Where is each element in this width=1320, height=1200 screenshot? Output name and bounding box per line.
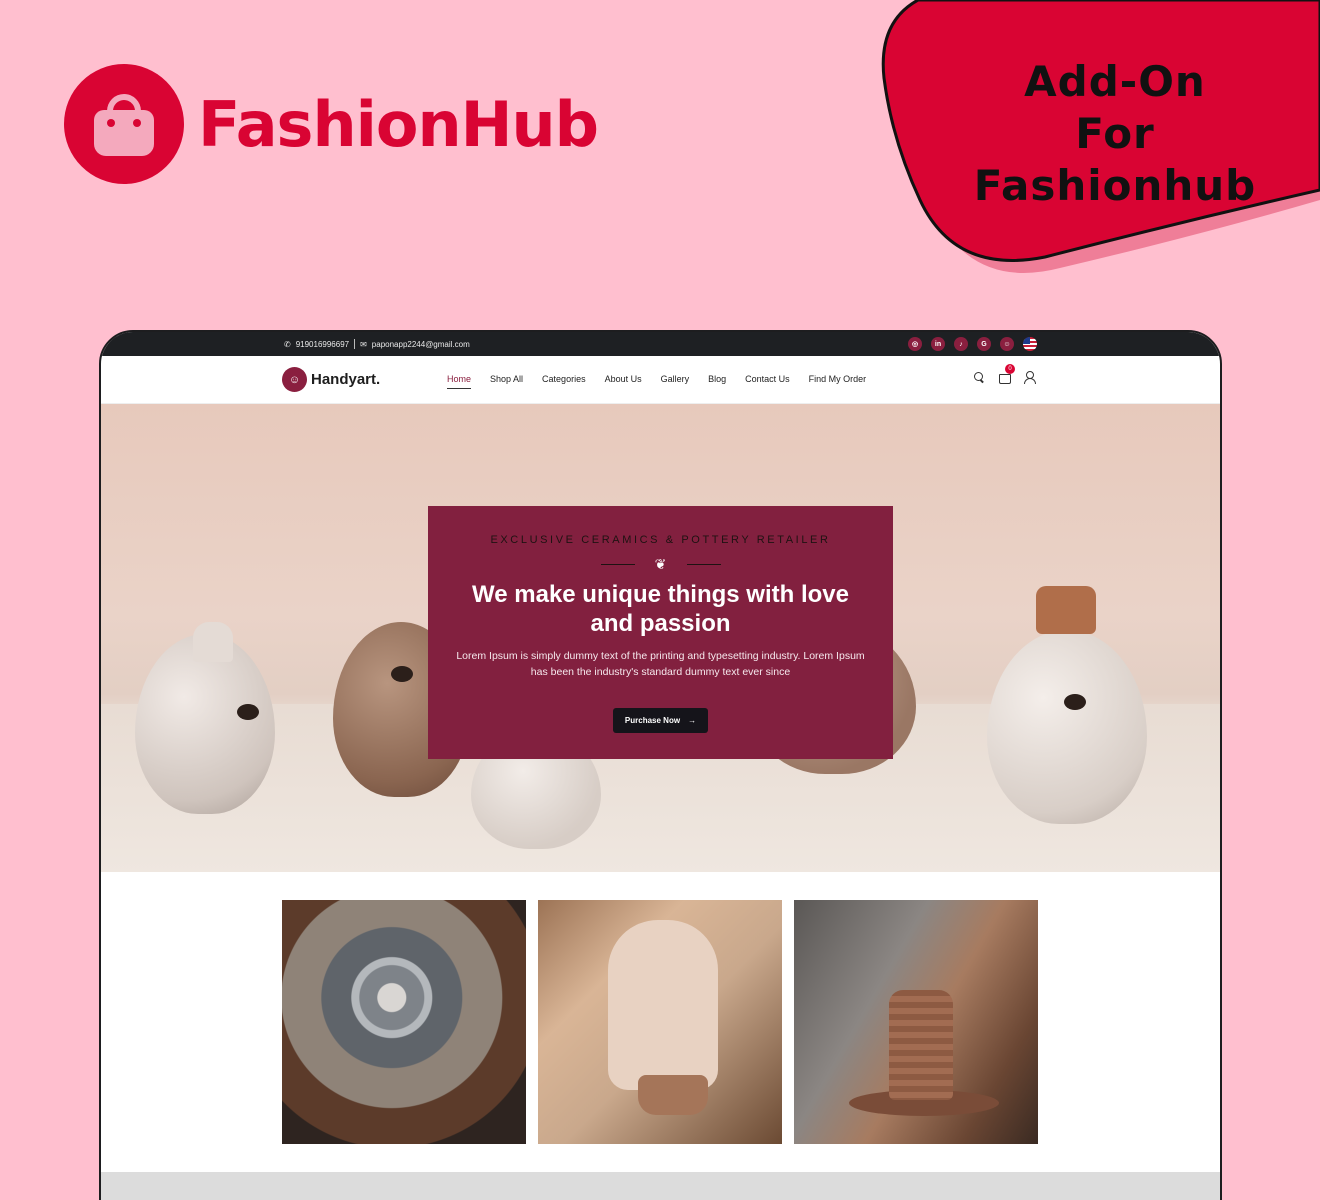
gallery-thumbnails — [282, 900, 1038, 1144]
website-preview: ✆ 919016996697 ✉ paponapp2244@gmail.com … — [99, 330, 1222, 1200]
social-links: ◎ in ♪ G ☺ — [908, 337, 1037, 351]
nav-contact-us[interactable]: Contact Us — [745, 374, 790, 389]
shopping-bag-icon — [64, 64, 184, 184]
corked-pot-image — [987, 630, 1147, 824]
arrow-right-icon: → — [688, 716, 697, 725]
google-icon[interactable]: G — [977, 337, 991, 351]
purchase-now-button[interactable]: Purchase Now → — [612, 708, 709, 733]
linkedin-icon[interactable]: in — [931, 337, 945, 351]
hero-banner: EXCLUSIVE CERAMICS & POTTERY RETAILER ❦ … — [101, 404, 1220, 872]
site-logo-text: Handyart. — [311, 371, 381, 388]
cart-icon[interactable]: 0 — [998, 364, 1015, 384]
nav-blog[interactable]: Blog — [708, 374, 726, 389]
cart-count-badge: 0 — [1005, 364, 1015, 374]
fashionhub-logo: FashionHub — [64, 64, 599, 184]
email-icon: ✉ — [360, 339, 367, 349]
email-address[interactable]: paponapp2244@gmail.com — [372, 340, 470, 349]
divider — [354, 339, 356, 349]
top-bar: ✆ 919016996697 ✉ paponapp2244@gmail.com … — [101, 332, 1220, 356]
hero-divider: ❦ — [600, 554, 721, 574]
nav-gallery[interactable]: Gallery — [661, 374, 690, 389]
nav-menu: Home Shop All Categories About Us Galler… — [447, 374, 866, 389]
nav-categories[interactable]: Categories — [542, 374, 586, 389]
nav-about-us[interactable]: About Us — [605, 374, 642, 389]
phone-icon: ✆ — [284, 339, 291, 349]
nav-home[interactable]: Home — [447, 374, 472, 389]
main-navbar: ☺ Handyart. Home Shop All Categories Abo… — [101, 356, 1220, 404]
search-icon[interactable] — [973, 371, 985, 383]
leaf-icon: ❦ — [654, 556, 667, 572]
hero-title: We make unique things with love and pass… — [472, 581, 849, 637]
tiktok-icon[interactable]: ♪ — [954, 337, 968, 351]
user-icon[interactable] — [1023, 371, 1036, 384]
nav-find-my-order[interactable]: Find My Order — [809, 374, 867, 389]
site-logo[interactable]: ☺ Handyart. — [282, 367, 380, 392]
snapchat-icon[interactable]: ☺ — [1000, 337, 1014, 351]
clay-vase-shaping-image[interactable] — [794, 900, 1038, 1144]
hero-eyebrow: EXCLUSIVE CERAMICS & POTTERY RETAILER — [490, 534, 831, 546]
hero-card: EXCLUSIVE CERAMICS & POTTERY RETAILER ❦ … — [428, 506, 893, 759]
badge-line-1: Add-On — [1024, 57, 1206, 106]
nav-shop-all[interactable]: Shop All — [490, 374, 523, 389]
pottery-wheel-image[interactable] — [282, 900, 526, 1144]
hero-description: Lorem Ipsum is simply dummy text of the … — [456, 650, 865, 678]
us-flag-icon[interactable] — [1023, 337, 1037, 351]
next-section — [101, 1172, 1220, 1200]
brand-name: FashionHub — [198, 87, 599, 161]
phone-number[interactable]: 919016996697 — [296, 340, 349, 349]
purchase-now-label: Purchase Now — [624, 716, 681, 725]
potter-woman-image[interactable] — [538, 900, 782, 1144]
instagram-icon[interactable]: ◎ — [908, 337, 922, 351]
mask-icon: ☺ — [282, 367, 307, 392]
badge-line-2: For Fashionhub — [973, 109, 1257, 210]
